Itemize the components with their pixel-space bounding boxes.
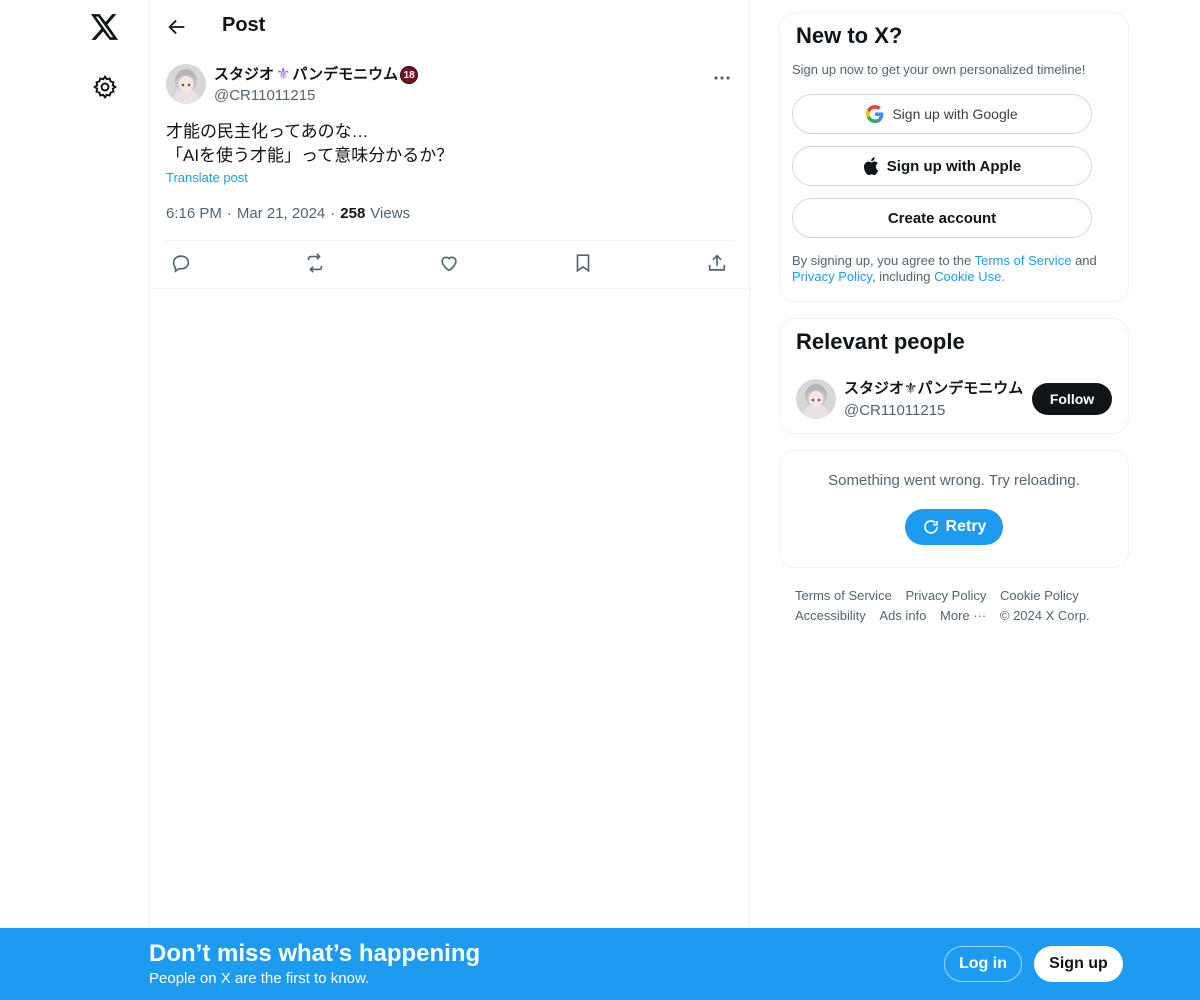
copyright: © 2024 X Corp.: [999, 608, 1090, 623]
relevant-people-card: Relevant people スタジオ⚜パンデモニウム @CR11011215…: [779, 318, 1129, 434]
cookie-link[interactable]: Cookie Use.: [934, 269, 1005, 284]
author-block: スタジオ ⚜ パンデモニウム 18 @CR11011215: [214, 64, 419, 106]
footer-more-link[interactable]: More ···: [940, 606, 986, 626]
legal-including: , including: [871, 269, 931, 284]
footer-link[interactable]: Accessibility: [795, 606, 866, 626]
retry-button[interactable]: Retry: [905, 509, 1003, 545]
signup-card-title: New to X?: [796, 23, 903, 48]
create-account-button[interactable]: Create account: [792, 198, 1092, 238]
age-18-badge: 18: [400, 66, 419, 84]
refresh-icon: [923, 520, 938, 534]
author-name-part2: パンデモニウム: [292, 66, 399, 83]
share-icon[interactable]: [706, 252, 730, 276]
divider: [150, 288, 750, 289]
post-time[interactable]: 6:16 PM: [166, 205, 222, 222]
post-text: 才能の民主化ってあのな… 「AIを使う才能」って意味分かるか？: [166, 120, 726, 168]
legal-and: and: [1075, 253, 1097, 268]
footer-link[interactable]: Ads info: [879, 606, 926, 626]
retry-label: Retry: [945, 518, 987, 535]
x-logo-icon[interactable]: [89, 10, 121, 44]
sign-up-apple-button[interactable]: Sign up with Apple: [792, 146, 1092, 186]
arrow-left-icon[interactable]: [166, 16, 188, 38]
google-icon: [866, 105, 884, 123]
apple-icon: [863, 157, 878, 175]
bookmark-icon[interactable]: [572, 252, 596, 276]
legal-text: By signing up, you agree to the Terms of…: [792, 253, 1122, 285]
author-name-part1: スタジオ: [214, 66, 275, 83]
bottom-headline: Don’t miss what’s happening: [149, 940, 481, 967]
person-handle[interactable]: @CR11011215: [844, 402, 945, 419]
sign-up-google-button[interactable]: Sign up with Google: [792, 94, 1092, 134]
sign-up-google-label: Sign up with Google: [892, 106, 1018, 122]
log-in-button[interactable]: Log in: [944, 946, 1022, 982]
post-text-line: 才能の民主化ってあのな…: [166, 122, 369, 141]
left-nav: [0, 0, 150, 1000]
reply-icon[interactable]: [170, 252, 194, 276]
footer-link[interactable]: Cookie Policy: [1000, 586, 1079, 606]
relevant-people-title: Relevant people: [796, 329, 965, 354]
avatar[interactable]: [796, 379, 836, 419]
divider: [166, 240, 734, 241]
right-sidebar: New to X? Sign up now to get your own pe…: [779, 12, 1129, 626]
post-text-line: 「AIを使う才能」って意味分かるか？: [166, 146, 454, 165]
gear-icon[interactable]: [92, 74, 118, 100]
error-message: Something went wrong. Try reloading.: [828, 472, 1080, 489]
legal-prefix: By signing up, you agree to the: [792, 253, 972, 268]
privacy-link[interactable]: Privacy Policy: [792, 269, 872, 284]
sign-up-button[interactable]: Sign up: [1034, 946, 1123, 982]
fleur-de-lis-icon: ⚜: [276, 66, 291, 83]
like-icon[interactable]: [438, 252, 462, 276]
terms-link[interactable]: Terms of Service: [975, 253, 1072, 268]
page-title: Post: [222, 14, 266, 36]
post-date[interactable]: Mar 21, 2024: [237, 205, 325, 222]
bottom-subline: People on X are the first to know.: [149, 970, 370, 987]
views-label: Views: [370, 205, 411, 222]
avatar[interactable]: [166, 64, 206, 104]
follow-button[interactable]: Follow: [1032, 383, 1112, 415]
post-meta: 6:16 PM · Mar 21, 2024 · 258 Views: [166, 205, 410, 222]
post-actions: [166, 252, 734, 276]
error-card: Something went wrong. Try reloading. Ret…: [779, 450, 1129, 568]
person-name[interactable]: スタジオ⚜パンデモニウム: [844, 377, 1022, 398]
signup-card: New to X? Sign up now to get your own pe…: [779, 12, 1129, 302]
more-options-icon[interactable]: [712, 70, 732, 80]
separator-dot: ·: [226, 205, 232, 222]
main-column: Post スタジオ ⚜ パンデモニウム 18 @CR11011215 才能の民主…: [149, 0, 750, 1000]
author-handle[interactable]: @CR11011215: [214, 86, 418, 106]
login-prompt-bar: Don’t miss what’s happening People on X …: [0, 928, 1200, 1000]
repost-icon[interactable]: [304, 252, 328, 276]
separator-dot: ·: [330, 205, 336, 222]
footer-links: Terms of Service Privacy Policy Cookie P…: [779, 586, 1119, 626]
signup-card-subtitle: Sign up now to get your own personalized…: [792, 62, 1086, 77]
author-name[interactable]: スタジオ ⚜ パンデモニウム 18: [214, 64, 419, 86]
footer-link[interactable]: Privacy Policy: [905, 586, 986, 606]
create-account-label: Create account: [887, 209, 997, 227]
views-count: 258: [340, 205, 366, 222]
post-header: Post: [150, 0, 750, 54]
footer-link[interactable]: Terms of Service: [795, 586, 892, 606]
translate-post-link[interactable]: Translate post: [166, 170, 248, 185]
sign-up-apple-label: Sign up with Apple: [886, 157, 1022, 175]
